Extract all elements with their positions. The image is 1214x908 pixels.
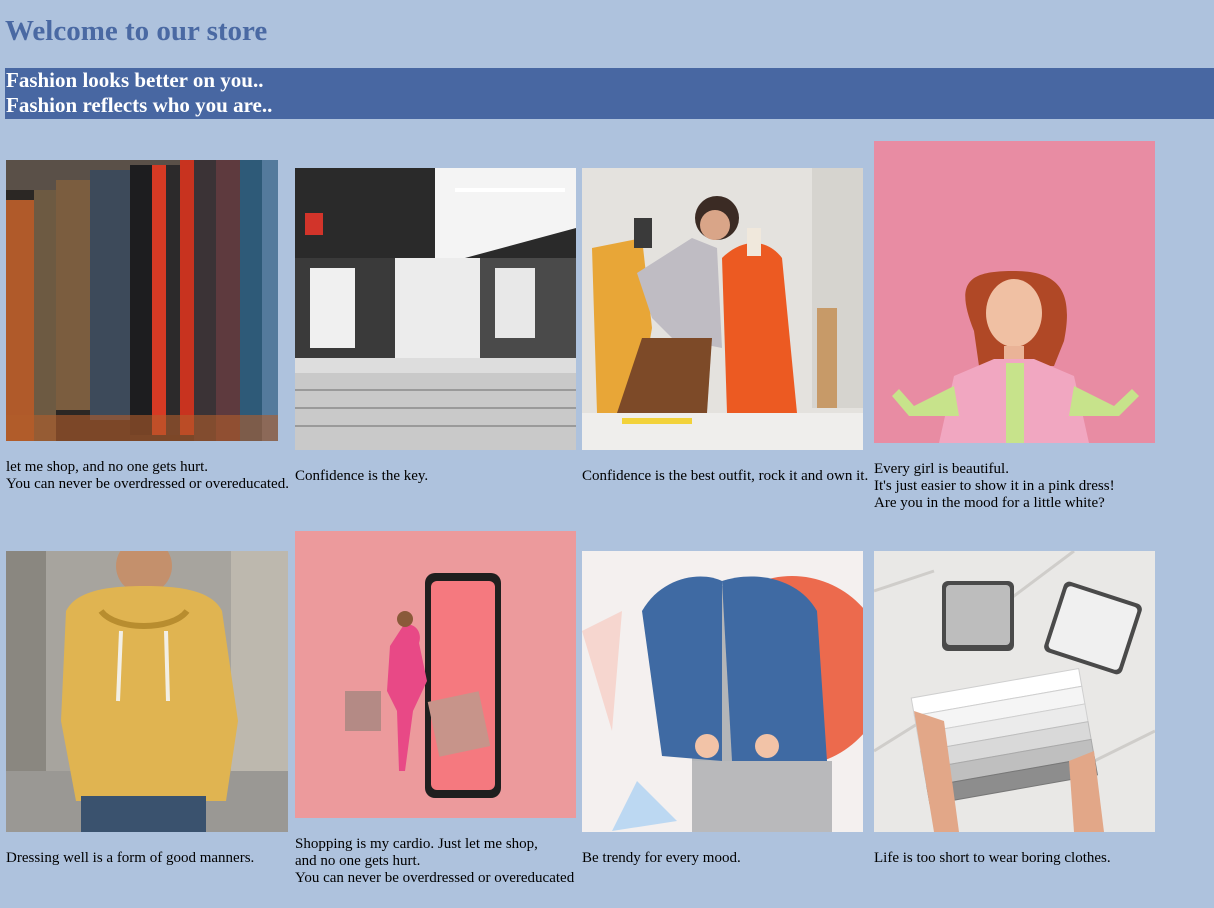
caption-line: Life is too short to wear boring clothes… [874,850,1111,866]
image-caption: Dressing well is a form of good manners. [6,850,254,867]
caption-line: Are you in the mood for a little white? [874,495,1105,511]
image-caption: Life is too short to wear boring clothes… [874,850,1111,867]
caption-line: let me shop, and no one gets hurt. [6,459,209,475]
man-yellow-hoodie-image [6,551,288,832]
caption-line: You can never be overdressed or overeduc… [295,870,575,886]
caption-line: and no one gets hurt. [295,853,421,869]
caption-line: It's just easier to show it in a pink dr… [874,478,1115,494]
woman-shopping-phone-image [295,531,576,818]
image-caption: Confidence is the best outfit, rock it a… [582,468,868,485]
tagline-line: Fashion looks better on you.. [6,68,264,92]
caption-line: You can never be overdressed or overeduc… [6,476,289,492]
tagline-line: Fashion reflects who you are.. [6,93,273,117]
image-caption: Be trendy for every mood. [582,850,741,867]
page-title: Welcome to our store [5,15,268,47]
kid-denim-jacket-image [582,551,863,832]
tagline-banner: Fashion looks better on you.. Fashion re… [5,68,1214,119]
folded-clothes-image [874,551,1155,832]
image-caption: Every girl is beautiful. It's just easie… [874,461,1115,512]
caption-line: Confidence is the key. [295,468,429,484]
image-caption: Shopping is my cardio. Just let me shop,… [295,836,574,887]
store-interior-image [295,168,576,450]
caption-line: Confidence is the best outfit, rock it a… [582,468,869,484]
woman-pink-jacket-image [874,141,1155,443]
caption-line: Be trendy for every mood. [582,850,741,866]
caption-line: Every girl is beautiful. [874,461,1009,477]
caption-line: Shopping is my cardio. Just let me shop, [295,836,538,852]
caption-line: Dressing well is a form of good manners. [6,850,255,866]
clothing-rack-image [6,160,278,441]
image-caption: Confidence is the key. [295,468,428,485]
tailor-mannequin-image [582,168,863,450]
image-caption: let me shop, and no one gets hurt. You c… [6,459,289,493]
